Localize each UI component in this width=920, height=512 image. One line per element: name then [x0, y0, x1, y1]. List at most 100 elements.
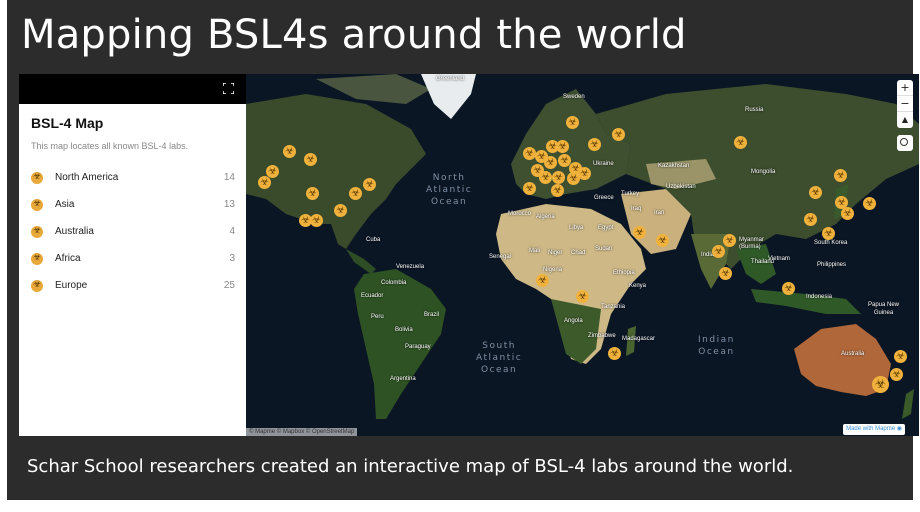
region-count: 4	[229, 226, 235, 237]
bsl4-marker[interactable]	[588, 138, 601, 151]
bsl4-marker[interactable]	[576, 290, 589, 303]
map-viewer: BSL-4 Map This map locates all known BSL…	[19, 74, 919, 436]
bsl4-marker[interactable]	[523, 182, 536, 195]
bsl4-marker[interactable]	[544, 156, 557, 169]
region-count: 3	[229, 253, 235, 264]
bsl4-marker[interactable]	[841, 207, 854, 220]
map-label-sudan: Sudan	[595, 246, 613, 252]
bsl4-marker[interactable]	[556, 140, 569, 153]
map-label-greece: Greece	[594, 195, 614, 201]
bsl4-marker[interactable]	[258, 176, 271, 189]
region-count: 13	[223, 199, 235, 210]
map-label-ukraine: Ukraine	[593, 161, 614, 167]
region-item-europe[interactable]: Europe 25	[31, 272, 235, 299]
map-label-sweden: Sweden	[563, 94, 585, 100]
bsl4-marker[interactable]	[578, 167, 591, 180]
bsl4-marker[interactable]	[363, 178, 376, 191]
bsl4-marker[interactable]	[306, 187, 319, 200]
zoom-out-button[interactable]: −	[897, 96, 913, 112]
bsl4-marker[interactable]	[566, 116, 579, 129]
bsl4-marker[interactable]	[304, 153, 317, 166]
map-label-niger: Niger	[548, 250, 563, 256]
bsl4-marker[interactable]	[734, 136, 747, 149]
sidebar-description: This map locates all known BSL-4 labs.	[31, 141, 189, 151]
attribution-links[interactable]: © Mapme © Mapbox © OpenStreetMap	[249, 429, 354, 435]
bsl4-marker[interactable]	[712, 245, 725, 258]
bsl4-marker[interactable]	[349, 187, 362, 200]
bsl4-marker[interactable]	[872, 376, 889, 393]
bsl4-marker[interactable]	[536, 274, 549, 287]
sidebar-topbar	[19, 74, 246, 104]
locate-button[interactable]	[897, 135, 913, 151]
bsl4-marker[interactable]	[310, 214, 323, 227]
map-label-mali: Mali	[529, 248, 541, 254]
region-count: 25	[223, 280, 235, 291]
map-label-colombia: Colombia	[381, 280, 407, 286]
ocean-label-south-atlantic: South Atlantic Ocean	[476, 340, 522, 376]
biohazard-icon	[31, 171, 43, 184]
region-name: Asia	[55, 199, 75, 210]
map-attribution: © Mapme © Mapbox © OpenStreetMap	[246, 428, 358, 436]
ocean-label-line: Ocean	[698, 347, 735, 357]
region-item-north-america[interactable]: North America 14	[31, 164, 235, 191]
map-label-morocco: Morocco	[508, 211, 532, 217]
region-item-australia[interactable]: Australia 4	[31, 218, 235, 245]
map-label-brazil: Brazil	[424, 312, 440, 318]
map-label-angola: Angola	[564, 318, 583, 324]
ocean-label-line: North	[432, 173, 466, 183]
ocean-label-line: Atlantic	[426, 185, 473, 195]
region-item-africa[interactable]: Africa 3	[31, 245, 235, 272]
world-map[interactable]: North Atlantic Ocean South Atlantic Ocea…	[246, 74, 919, 436]
ocean-label-line: South	[482, 341, 516, 351]
map-label-indonesia: Indonesia	[806, 294, 833, 300]
map-label-south-korea: South Korea	[814, 240, 848, 246]
bsl4-marker[interactable]	[890, 368, 903, 381]
map-label-libya: Libya	[569, 225, 584, 231]
region-name: North America	[55, 172, 119, 183]
bsl4-marker[interactable]	[552, 171, 565, 184]
bsl4-marker[interactable]	[834, 169, 847, 182]
map-label-mongolia: Mongolia	[751, 169, 776, 175]
bsl4-marker[interactable]	[863, 197, 876, 210]
map-label-chad: Chad	[571, 250, 586, 256]
biohazard-icon	[31, 225, 43, 238]
fullscreen-icon[interactable]	[223, 83, 234, 94]
ocean-label-line: Atlantic	[476, 353, 523, 363]
bsl4-marker[interactable]	[612, 128, 625, 141]
bsl4-marker[interactable]	[334, 204, 347, 217]
map-label-argentina: Argentina	[390, 376, 416, 382]
map-label-ethiopia: Ethiopia	[613, 270, 635, 276]
map-label-russia: Russia	[745, 107, 764, 113]
ocean-label-line: Ocean	[430, 197, 468, 207]
bsl4-marker[interactable]	[633, 226, 646, 239]
map-label-iraq: Iraq	[631, 206, 642, 212]
slide: Mapping BSL4s around the world BSL-4 Map…	[7, 0, 919, 500]
biohazard-icon	[31, 198, 43, 211]
bsl4-marker[interactable]	[822, 227, 835, 240]
bsl4-marker[interactable]	[656, 234, 669, 247]
region-count: 14	[223, 172, 235, 183]
bsl4-marker[interactable]	[283, 145, 296, 158]
map-label-zimbabwe: Zimbabwe	[588, 333, 616, 339]
bsl4-marker[interactable]	[804, 213, 817, 226]
map-label-bolivia: Bolivia	[395, 327, 413, 333]
made-with-mapme-badge[interactable]: Made with Mapme ◉	[843, 424, 905, 435]
biohazard-icon	[31, 252, 43, 265]
biohazard-icon	[31, 279, 43, 292]
bsl4-marker[interactable]	[782, 282, 795, 295]
bsl4-marker[interactable]	[719, 267, 732, 280]
compass-button[interactable]: ▲	[897, 112, 913, 128]
map-label-philippines: Philippines	[817, 262, 847, 268]
zoom-in-button[interactable]: +	[897, 80, 913, 96]
map-label-senegal: Senegal	[489, 254, 512, 260]
map-label-kenya: Kenya	[629, 283, 647, 289]
region-item-asia[interactable]: Asia 13	[31, 191, 235, 218]
bsl4-marker[interactable]	[809, 186, 822, 199]
map-label-venezuela: Venezuela	[396, 264, 425, 270]
map-label-tanzania: Tanzania	[601, 304, 626, 310]
bsl4-marker[interactable]	[539, 171, 552, 184]
map-label-peru: Peru	[371, 314, 384, 320]
bsl4-marker[interactable]	[894, 350, 907, 363]
bsl4-marker[interactable]	[551, 184, 564, 197]
bsl4-marker[interactable]	[608, 347, 621, 360]
